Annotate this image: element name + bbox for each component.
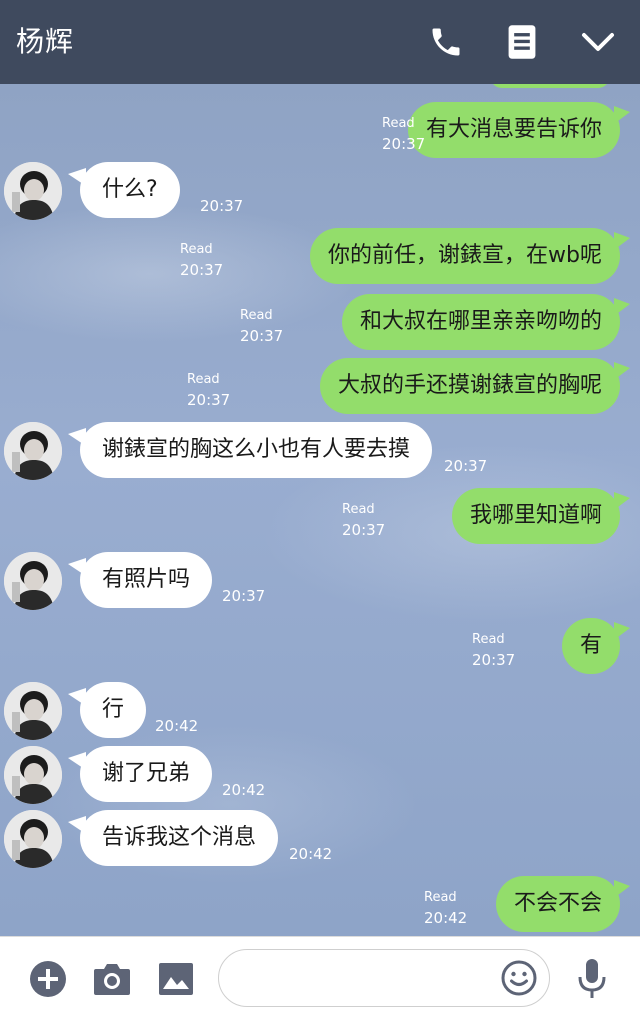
message-time: 20:42 bbox=[155, 717, 199, 735]
smile-icon[interactable] bbox=[501, 960, 537, 996]
microphone-icon[interactable] bbox=[568, 955, 616, 1003]
message-row: 有照片吗 20:37 bbox=[0, 552, 300, 610]
message-bubble[interactable]: 谢了兄弟 bbox=[67, 746, 213, 802]
read-receipt: Read bbox=[240, 308, 273, 323]
message-bubble[interactable]: 和大叔在哪里亲亲吻吻的 bbox=[341, 294, 631, 350]
message-time: 20:37 bbox=[180, 261, 224, 279]
message-meta: Read 20:37 bbox=[472, 630, 532, 670]
plus-icon[interactable] bbox=[24, 955, 72, 1003]
message-bubble[interactable]: 谢錶宣的胸这么小也有人要去摸 bbox=[67, 422, 433, 478]
message-row: 行 20:42 bbox=[0, 682, 220, 740]
message-bubble[interactable]: 你的前任，谢錶宣，在wb呢 bbox=[310, 228, 630, 284]
document-icon[interactable] bbox=[500, 20, 544, 64]
read-receipt: Read bbox=[180, 242, 213, 257]
avatar[interactable] bbox=[4, 682, 62, 740]
chat-area[interactable]: 有大消息要告诉你 Read 20:37 什么? 20:37 你的前任，谢錶宣，在… bbox=[0, 84, 640, 936]
message-time: 20:42 bbox=[222, 781, 266, 799]
message-text-field[interactable] bbox=[218, 949, 550, 1007]
message-row: 谢了兄弟 20:42 bbox=[0, 746, 280, 804]
message-row: 和大叔在哪里亲亲吻吻的 Read 20:37 bbox=[240, 294, 631, 350]
message-bubble[interactable]: 大叔的手还摸谢錶宣的胸呢 bbox=[319, 358, 631, 414]
message-time: 20:37 bbox=[382, 135, 426, 153]
avatar[interactable] bbox=[4, 422, 62, 480]
message-bubble[interactable]: 不会不会 bbox=[495, 876, 631, 932]
message-time: 20:42 bbox=[424, 909, 468, 927]
message-time: 20:37 bbox=[200, 197, 244, 215]
image-icon[interactable] bbox=[152, 955, 200, 1003]
avatar[interactable] bbox=[4, 162, 62, 220]
message-bubble[interactable]: 有 bbox=[561, 618, 631, 674]
chevron-down-icon[interactable] bbox=[576, 20, 620, 64]
previous-message-bubble bbox=[490, 84, 610, 88]
message-time: 20:42 bbox=[289, 845, 333, 863]
message-meta: Read 20:37 bbox=[240, 306, 300, 346]
message-meta: Read 20:37 bbox=[187, 370, 247, 410]
avatar[interactable] bbox=[4, 810, 62, 868]
message-bubble[interactable]: 有照片吗 bbox=[67, 552, 213, 608]
contact-name: 杨辉 bbox=[16, 25, 75, 58]
message-bubble[interactable]: 行 bbox=[67, 682, 147, 738]
message-meta: Read 20:37 bbox=[180, 240, 240, 280]
read-receipt: Read bbox=[472, 632, 505, 647]
read-receipt: Read bbox=[424, 890, 457, 905]
message-time: 20:37 bbox=[222, 587, 266, 605]
read-receipt: Read bbox=[187, 372, 220, 387]
message-time: 20:37 bbox=[342, 521, 386, 539]
message-row: 告诉我这个消息 20:42 bbox=[0, 810, 340, 868]
message-row: 谢錶宣的胸这么小也有人要去摸 20:37 bbox=[0, 422, 500, 480]
message-input-bar bbox=[0, 936, 640, 1021]
message-time: 20:37 bbox=[472, 651, 516, 669]
message-bubble[interactable]: 我哪里知道啊 bbox=[451, 488, 631, 544]
message-meta: Read 20:37 bbox=[342, 500, 402, 540]
message-row: 你的前任，谢錶宣，在wb呢 Read 20:37 bbox=[180, 228, 630, 284]
message-row: 大叔的手还摸谢錶宣的胸呢 Read 20:37 bbox=[187, 358, 631, 414]
chat-header: 杨辉 bbox=[0, 0, 640, 84]
message-time: 20:37 bbox=[240, 327, 284, 345]
message-row: 有 Read 20:37 bbox=[472, 618, 631, 674]
camera-icon[interactable] bbox=[88, 955, 136, 1003]
message-bubble[interactable]: 什么? bbox=[68, 162, 180, 218]
message-time: 20:37 bbox=[187, 391, 231, 409]
avatar[interactable] bbox=[4, 746, 62, 804]
read-receipt: Read bbox=[382, 116, 415, 131]
message-meta: Read 20:42 bbox=[424, 888, 484, 928]
message-input[interactable] bbox=[237, 962, 491, 996]
message-meta: Read 20:37 bbox=[382, 114, 442, 154]
message-row: 不会不会 Read 20:42 bbox=[424, 876, 631, 932]
message-row: 什么? 20:37 bbox=[0, 162, 300, 220]
message-row: 有大消息要告诉你 Read 20:37 bbox=[360, 102, 631, 158]
message-bubble[interactable]: 告诉我这个消息 bbox=[67, 810, 279, 866]
message-row: 我哪里知道啊 Read 20:37 bbox=[342, 488, 631, 544]
read-receipt: Read bbox=[342, 502, 375, 517]
message-time: 20:37 bbox=[444, 457, 488, 475]
avatar[interactable] bbox=[4, 552, 62, 610]
phone-icon[interactable] bbox=[424, 20, 468, 64]
